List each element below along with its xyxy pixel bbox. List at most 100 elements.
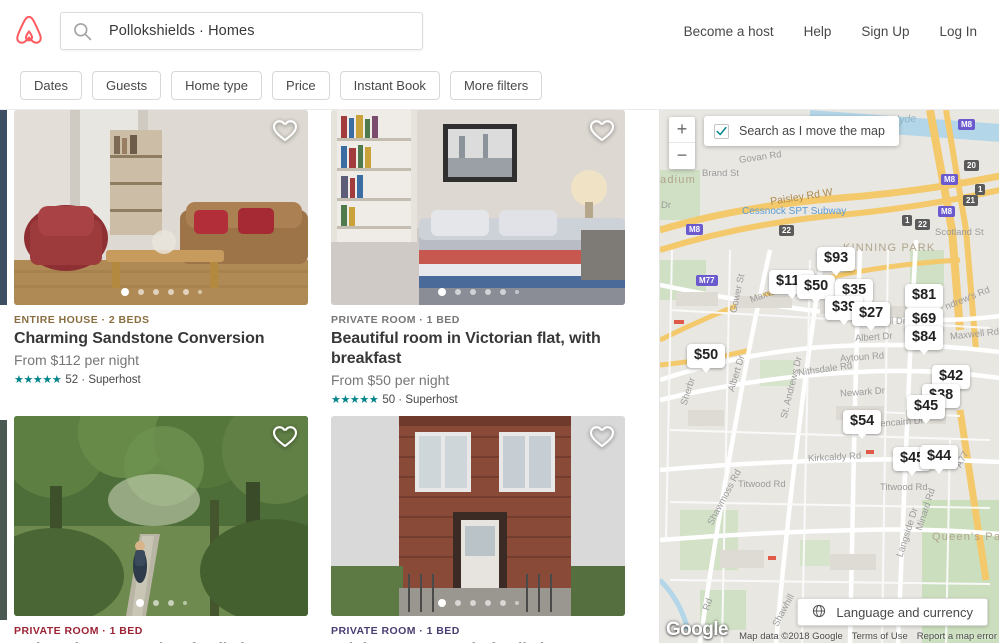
carousel-dot[interactable] xyxy=(484,600,491,607)
carousel-dot[interactable] xyxy=(167,289,174,295)
filter-more-filters[interactable]: More filters xyxy=(449,71,543,100)
header-nav: Become a host Help Sign Up Log In xyxy=(684,24,977,39)
map-attribution: Map data ©2018 Google Terms of Use Repor… xyxy=(739,631,997,642)
filter-bar: Dates Guests Home type Price Instant Boo… xyxy=(0,62,999,110)
map-price-pin[interactable]: $50 xyxy=(797,275,836,303)
listing-price: From $112 per night xyxy=(14,352,140,369)
carousel-dot[interactable] xyxy=(135,599,144,608)
map-data-copyright: Map data ©2018 Google xyxy=(739,631,843,642)
globe-icon xyxy=(812,604,826,621)
listing-card[interactable]: PRIVATE ROOM · 1 BED Beautiful room in V… xyxy=(331,110,625,416)
language-and-currency-label: Language and currency xyxy=(836,604,973,620)
map-price-pin[interactable]: $84 xyxy=(905,326,944,354)
carousel-dot[interactable] xyxy=(454,600,461,607)
search-input[interactable]: Pollokshields · Homes xyxy=(60,12,423,50)
carousel-dot[interactable] xyxy=(469,289,476,295)
listing-title[interactable]: Charming Sandstone Conversion xyxy=(14,329,308,349)
filter-instant-book[interactable]: Instant Book xyxy=(339,71,440,100)
map-price-pin[interactable]: $54 xyxy=(843,410,882,438)
listing-kicker: ENTIRE HOUSE · 2 BEDS xyxy=(14,314,150,326)
listing-card[interactable]: ENTIRE HOUSE · 2 BEDS Charming Sandstone… xyxy=(14,110,308,416)
listing-kicker: PRIVATE ROOM · 1 BED xyxy=(14,625,143,638)
listing-kicker: PRIVATE ROOM · 1 BED xyxy=(331,625,460,638)
map-panel[interactable]: River Clyde Govan Rd Brand St adium Pais… xyxy=(659,110,999,643)
search-as-i-move-toggle[interactable]: Search as I move the map xyxy=(704,116,899,146)
carousel-dot[interactable] xyxy=(152,600,159,607)
listing-kicker: PRIVATE ROOM · 1 BED xyxy=(331,314,460,326)
terms-of-use-link[interactable]: Terms of Use xyxy=(852,631,908,642)
language-and-currency-button[interactable]: Language and currency xyxy=(797,598,988,626)
airbnb-logo-icon[interactable] xyxy=(12,13,46,49)
top-header: Pollokshields · Homes Become a host Help… xyxy=(0,0,999,62)
listing-card[interactable]: PRIVATE ROOM · 1 BED Bright warm room in… xyxy=(331,416,625,643)
results-list[interactable]: ENTIRE HOUSE · 2 BEDS Charming Sandstone… xyxy=(0,110,659,643)
carousel-dot[interactable] xyxy=(484,289,491,295)
map-price-pin[interactable]: $45 xyxy=(907,395,946,423)
map-zoom-out-button[interactable]: − xyxy=(669,143,695,169)
map-price-pin[interactable]: $81 xyxy=(905,284,944,312)
listing-title[interactable]: Beautiful room in Victorian flat, with b… xyxy=(331,329,625,369)
listing-price: From $50 per night xyxy=(331,372,450,389)
listing-rating: ★★★★★ 50 · Superhost xyxy=(331,393,625,407)
rating-stars: ★★★★★ xyxy=(331,394,379,407)
carousel-dot[interactable] xyxy=(514,601,519,606)
photo-carousel-dots[interactable] xyxy=(331,288,625,296)
carousel-dot[interactable] xyxy=(454,289,461,295)
map-zoom-controls[interactable]: + − xyxy=(669,117,695,169)
rating-reviews: 50 · Superhost xyxy=(382,393,458,406)
favorite-heart-icon[interactable] xyxy=(588,117,616,143)
listing-info: PRIVATE ROOM · 1 BED Beautiful room in V… xyxy=(331,305,625,406)
favorite-heart-icon[interactable] xyxy=(588,423,616,449)
listing-rating: ★★★★★ 52 · Superhost xyxy=(14,373,308,387)
photo-carousel-dots[interactable] xyxy=(14,288,308,296)
favorite-heart-icon[interactable] xyxy=(271,423,299,449)
filter-guests[interactable]: Guests xyxy=(91,71,162,100)
search-icon xyxy=(73,22,92,41)
nav-sign-up[interactable]: Sign Up xyxy=(861,24,909,39)
nav-become-a-host[interactable]: Become a host xyxy=(684,24,774,39)
listing-photo[interactable] xyxy=(14,110,308,305)
favorite-heart-icon[interactable] xyxy=(271,117,299,143)
carousel-dot[interactable] xyxy=(437,288,446,296)
search-as-i-move-label: Search as I move the map xyxy=(739,124,885,138)
search-as-i-move-checkbox[interactable] xyxy=(714,123,729,139)
google-logo: Google xyxy=(666,619,728,640)
nav-help[interactable]: Help xyxy=(804,24,832,39)
photo-carousel-dots[interactable] xyxy=(14,599,308,608)
carousel-dot[interactable] xyxy=(499,289,506,295)
listing-photo[interactable] xyxy=(14,416,308,617)
rating-reviews: 52 · Superhost xyxy=(65,373,141,386)
carousel-dot[interactable] xyxy=(152,289,159,295)
filter-home-type[interactable]: Home type xyxy=(171,71,263,100)
carousel-dot[interactable] xyxy=(197,290,202,294)
carousel-dot[interactable] xyxy=(499,600,506,607)
carousel-dot[interactable] xyxy=(514,290,519,294)
filter-dates[interactable]: Dates xyxy=(20,71,82,100)
listing-photo[interactable] xyxy=(331,110,625,305)
map-price-pin[interactable]: $27 xyxy=(852,302,891,330)
listing-photo[interactable] xyxy=(331,416,625,617)
body: ENTIRE HOUSE · 2 BEDS Charming Sandstone… xyxy=(0,110,999,643)
filter-price[interactable]: Price xyxy=(272,71,330,100)
map-price-pin[interactable]: $93 xyxy=(817,247,856,275)
map-price-pin[interactable]: $50 xyxy=(687,344,726,372)
carousel-dot[interactable] xyxy=(182,601,187,606)
map-price-pin[interactable]: $44 xyxy=(920,445,959,473)
carousel-dot[interactable] xyxy=(182,289,189,295)
carousel-dot[interactable] xyxy=(437,599,446,608)
listing-info: PRIVATE ROOM · 1 BED Quiet private room … xyxy=(14,616,308,643)
rating-stars: ★★★★★ xyxy=(14,374,62,387)
listing-info: ENTIRE HOUSE · 2 BEDS Charming Sandstone… xyxy=(14,305,308,386)
map-zoom-in-button[interactable]: + xyxy=(669,117,695,143)
listing-grid: ENTIRE HOUSE · 2 BEDS Charming Sandstone… xyxy=(0,110,659,643)
carousel-dot[interactable] xyxy=(469,600,476,607)
carousel-dot[interactable] xyxy=(120,288,129,296)
carousel-dot[interactable] xyxy=(137,289,144,295)
nav-log-in[interactable]: Log In xyxy=(939,24,977,39)
photo-carousel-dots[interactable] xyxy=(331,599,625,608)
listing-info: PRIVATE ROOM · 1 BED Bright warm room in… xyxy=(331,616,625,643)
report-a-map-error-link[interactable]: Report a map error xyxy=(917,631,997,642)
search-input-value: Pollokshields · Homes xyxy=(109,23,255,39)
carousel-dot[interactable] xyxy=(167,600,174,607)
listing-card[interactable]: PRIVATE ROOM · 1 BED Quiet private room … xyxy=(14,416,308,643)
